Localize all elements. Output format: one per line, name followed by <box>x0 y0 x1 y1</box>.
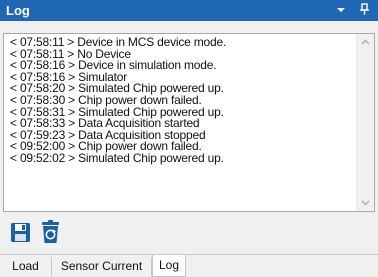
tab-sensor-current[interactable]: Sensor Current <box>52 257 152 276</box>
pin-icon[interactable] <box>357 2 371 18</box>
bottom-tab-strip: Load Sensor Current Log <box>0 254 378 277</box>
triangle-down-icon[interactable] <box>334 2 348 18</box>
log-output[interactable]: < 07:58:11 > Device in MCS device mode. … <box>3 33 375 212</box>
tab-load[interactable]: Load <box>0 257 52 276</box>
log-lines: < 07:58:11 > Device in MCS device mode. … <box>10 36 226 165</box>
floppy-disk-icon[interactable] <box>8 219 34 245</box>
vertical-scrollbar[interactable] <box>356 34 374 211</box>
log-line: < 09:52:02 > Simulated Chip powered up. <box>10 150 224 165</box>
log-panel: Log < 07:58:11 > Device in MCS device mo… <box>0 0 378 277</box>
scroll-down-icon[interactable] <box>357 194 374 211</box>
recycle-bin-icon[interactable] <box>38 219 64 245</box>
tab-log[interactable]: Log <box>152 255 186 277</box>
panel-title: Log <box>6 3 30 18</box>
panel-titlebar: Log <box>0 0 378 21</box>
scroll-up-icon[interactable] <box>357 34 374 51</box>
